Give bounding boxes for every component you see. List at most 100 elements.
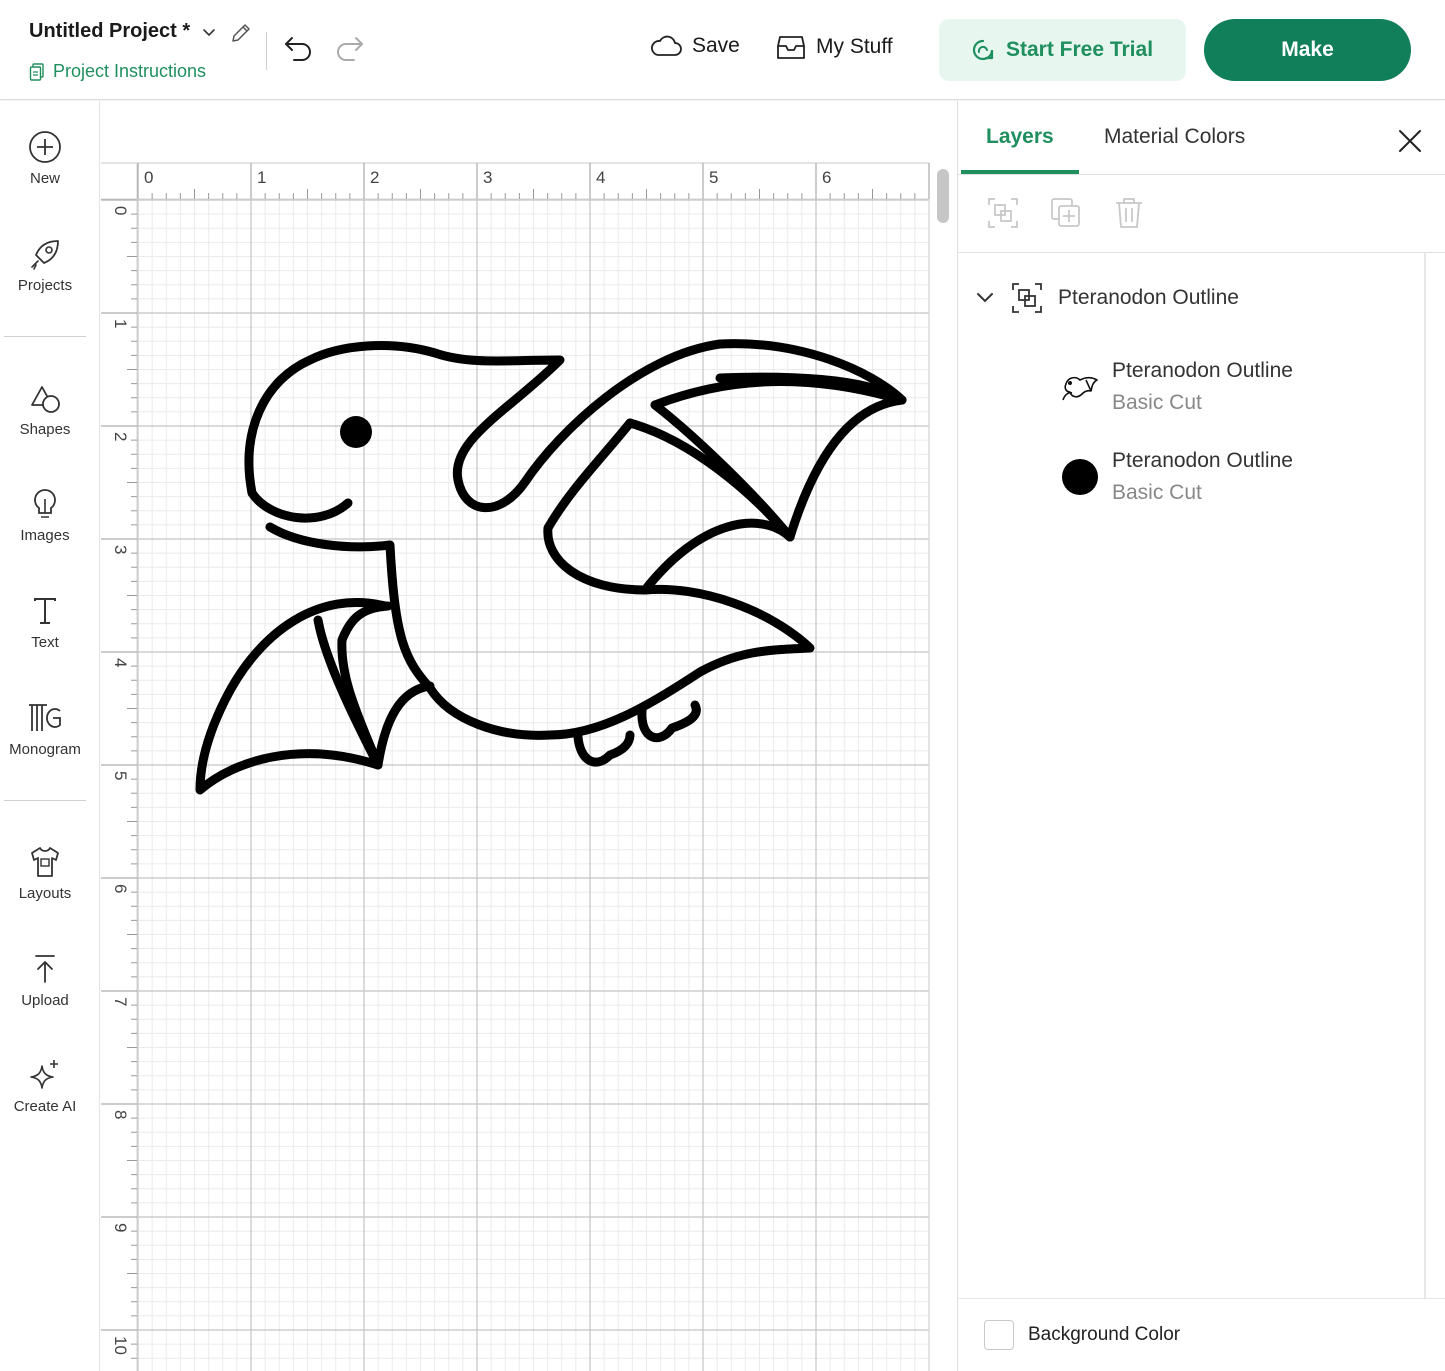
ruler-y-label: 8 (111, 1110, 130, 1119)
my-stuff-label: My Stuff (816, 35, 893, 58)
group-label: Pteranodon Outline (1058, 286, 1239, 309)
cloud-icon (651, 35, 682, 56)
project-instructions-label: Project Instructions (53, 61, 207, 81)
inbox-icon (777, 36, 805, 59)
layer-row[interactable]: Pteranodon Outline Basic Cut (1058, 355, 1293, 419)
my-stuff-button[interactable]: My Stuff (776, 34, 893, 60)
ruler-x-label: 3 (483, 168, 492, 187)
ruler-y-label: 6 (111, 884, 130, 893)
tool-new[interactable]: New (0, 130, 90, 187)
ruler-x-label: 2 (370, 168, 379, 187)
top-header: Untitled Project * Project Instructions (0, 0, 1445, 100)
ruler-y-label: 0 (111, 206, 130, 215)
panel-scrollbar[interactable] (1424, 253, 1426, 1298)
tool-monogram[interactable]: Monogram (0, 701, 90, 758)
ruler-x-label: 4 (596, 168, 605, 187)
tab-material-colors[interactable]: Material Colors (1104, 125, 1245, 149)
make-label: Make (1281, 38, 1334, 61)
actions-divider (958, 252, 1445, 253)
tool-projects[interactable]: Projects (0, 237, 90, 294)
group-icon (1012, 283, 1042, 313)
pencil-icon[interactable] (229, 21, 253, 45)
shirt-icon (31, 847, 59, 877)
document-icon (29, 62, 44, 81)
project-instructions-link[interactable]: Project Instructions (29, 61, 206, 82)
ruler-x-label: 6 (822, 168, 831, 187)
ruler-x-label: 5 (709, 168, 718, 187)
cutting-mat-grid[interactable]: 0 1 2 3 4 5 6 0 1 2 3 4 5 6 7 8 9 10 (101, 101, 956, 1371)
toolbar-divider (4, 800, 86, 801)
ruler-y-label: 1 (111, 319, 130, 328)
tool-label: Images (20, 527, 70, 544)
chevron-down-icon[interactable] (974, 287, 996, 309)
layer-row[interactable]: Pteranodon Outline Basic Cut (1058, 445, 1293, 509)
ruler-x-label: 0 (144, 168, 153, 187)
header-divider (266, 32, 267, 70)
layer-group-row[interactable]: Pteranodon Outline (974, 281, 1239, 315)
lightbulb-icon (34, 489, 56, 518)
layer-operation: Basic Cut (1112, 391, 1202, 414)
tool-upload[interactable]: Upload (0, 952, 90, 1009)
chevron-down-icon[interactable] (201, 25, 217, 41)
canvas-scrollbar[interactable] (937, 169, 949, 223)
tool-label: Shapes (19, 421, 71, 438)
ruler-y-label: 3 (111, 545, 130, 554)
save-button[interactable]: Save (650, 34, 740, 58)
ruler-y-label: 7 (111, 997, 130, 1006)
layers-panel: Layers Material Colors Pteranodon Outlin… (957, 101, 1445, 1371)
ruler-y-label: 5 (111, 771, 130, 780)
ruler-y-label: 10 (111, 1336, 130, 1355)
black-dot-thumbnail-icon (1058, 455, 1102, 499)
upload-icon (35, 955, 55, 983)
left-toolbar: New Projects Shapes Images Text Monogram… (0, 101, 100, 1371)
tool-images[interactable]: Images (0, 487, 90, 544)
duplicate-icon[interactable] (1049, 196, 1083, 230)
tool-label: New (29, 170, 60, 187)
plus-circle-icon (29, 131, 61, 163)
start-free-trial-button[interactable]: Start Free Trial (939, 19, 1186, 81)
monogram-icon (29, 704, 61, 731)
sparkle-icon (30, 1060, 58, 1089)
layer-name: Pteranodon Outline (1112, 449, 1293, 472)
cricut-access-icon (972, 39, 994, 61)
ruler-y-label: 2 (111, 432, 130, 441)
background-divider (958, 1298, 1445, 1299)
pteranodon-eye-dot[interactable] (340, 416, 372, 448)
design-space-window: Untitled Project * Project Instructions (0, 0, 1445, 1371)
project-title[interactable]: Untitled Project * (29, 20, 190, 43)
group-icon[interactable] (986, 196, 1020, 230)
pteranodon-thumbnail-icon (1058, 365, 1102, 409)
trash-icon[interactable] (1112, 196, 1146, 230)
ruler-y-label: 4 (111, 658, 130, 667)
tool-shapes[interactable]: Shapes (0, 381, 90, 438)
text-icon (34, 598, 56, 624)
tool-label: Upload (21, 992, 69, 1009)
tool-layouts[interactable]: Layouts (0, 845, 90, 902)
ruler-x-label: 1 (257, 168, 266, 187)
background-color-label: Background Color (1028, 1324, 1181, 1345)
tool-label: Layouts (18, 885, 72, 902)
tool-create-ai[interactable]: Create AI (0, 1058, 90, 1115)
layer-name: Pteranodon Outline (1112, 359, 1293, 382)
vertical-ruler (101, 163, 137, 1371)
start-free-trial-label: Start Free Trial (1005, 38, 1154, 61)
redo-icon[interactable] (332, 32, 366, 62)
tool-text[interactable]: Text (0, 594, 90, 651)
close-icon[interactable] (1396, 127, 1424, 155)
rocket-icon (31, 240, 59, 270)
layer-operation: Basic Cut (1112, 481, 1202, 504)
horizontal-ruler (101, 163, 929, 199)
tool-label: Projects (17, 277, 73, 294)
undo-icon[interactable] (282, 32, 316, 62)
save-label: Save (692, 34, 740, 57)
make-button[interactable]: Make (1204, 19, 1411, 81)
tabs-divider (958, 174, 1445, 175)
toolbar-divider (4, 336, 86, 337)
tool-label: Create AI (13, 1098, 77, 1115)
canvas-area[interactable]: 0 1 2 3 4 5 6 0 1 2 3 4 5 6 7 8 9 10 (101, 101, 956, 1371)
tool-label: Text (31, 634, 59, 651)
ruler-y-label: 9 (111, 1223, 130, 1232)
tab-layers[interactable]: Layers (986, 125, 1054, 149)
background-color-checkbox[interactable] (984, 1320, 1014, 1350)
shapes-icon (31, 386, 60, 413)
